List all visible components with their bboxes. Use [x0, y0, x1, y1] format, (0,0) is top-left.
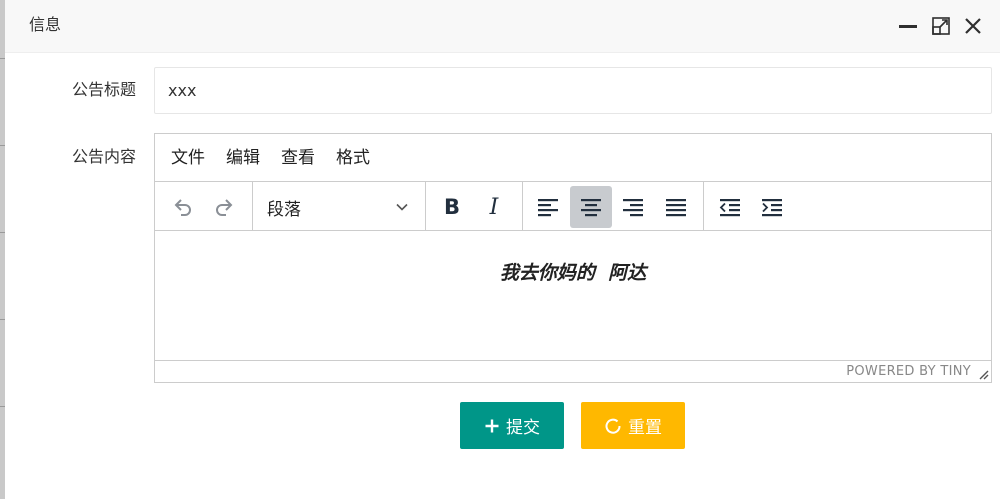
dialog-title: 信息 [29, 15, 62, 34]
align-left-button[interactable] [527, 186, 569, 228]
align-left-icon [538, 199, 558, 217]
italic-button[interactable]: I [473, 186, 515, 228]
align-right-icon [623, 199, 643, 217]
undo-button[interactable] [161, 186, 203, 228]
title-input[interactable] [154, 67, 992, 114]
align-center-icon [581, 199, 601, 217]
bold-button[interactable]: B [431, 186, 473, 228]
dialog-header: 信息 [5, 0, 1000, 53]
block-format-label: 段落 [267, 199, 301, 220]
editor-statusbar: POWERED BY TINY [155, 360, 991, 382]
submit-button-label: 提交 [506, 418, 540, 438]
outdent-button[interactable] [709, 186, 751, 228]
align-right-button[interactable] [612, 186, 654, 228]
refresh-icon [605, 418, 621, 434]
editor-content-area[interactable]: 我去你妈的 阿达 [155, 231, 991, 360]
resize-handle-icon[interactable] [979, 370, 989, 380]
editor-content-text: 我去你妈的 阿达 [499, 262, 647, 284]
bold-icon: B [443, 195, 460, 219]
redo-button[interactable] [204, 186, 246, 228]
undo-icon [174, 199, 191, 216]
align-justify-icon [666, 199, 686, 217]
menu-format[interactable]: 格式 [336, 148, 370, 168]
indent-button[interactable] [751, 186, 793, 228]
reset-button-label: 重置 [628, 418, 662, 438]
menu-edit[interactable]: 编辑 [226, 148, 260, 168]
close-button[interactable] [962, 15, 984, 37]
content-label: 公告内容 [71, 147, 136, 166]
outdent-icon [719, 199, 740, 217]
maximize-icon [932, 17, 950, 35]
indent-icon [762, 199, 782, 217]
align-justify-button[interactable] [655, 186, 697, 228]
editor-menubar: 文件 编辑 查看 格式 [155, 134, 991, 182]
italic-icon: I [489, 194, 499, 220]
plus-icon [485, 419, 499, 432]
submit-button[interactable]: 提交 [460, 402, 564, 449]
rich-text-editor: 文件 编辑 查看 格式 段落 B I 我去你妈的 阿达 POWERED BY T… [154, 133, 992, 383]
reset-button[interactable]: 重置 [581, 402, 685, 449]
chevron-down-icon [396, 203, 408, 211]
maximize-button[interactable] [930, 15, 952, 37]
title-label: 公告标题 [71, 80, 136, 99]
align-center-button[interactable] [570, 186, 612, 228]
powered-by-link[interactable]: POWERED BY TINY [846, 364, 971, 379]
redo-icon [216, 199, 233, 216]
close-icon [965, 18, 981, 34]
editor-toolbar: 段落 B I [155, 182, 991, 231]
minimize-button[interactable] [897, 15, 919, 37]
block-format-select[interactable]: 段落 [253, 186, 421, 228]
minimize-icon [899, 25, 917, 28]
background-strip [0, 0, 5, 499]
menu-file[interactable]: 文件 [171, 148, 205, 168]
menu-view[interactable]: 查看 [281, 148, 315, 168]
